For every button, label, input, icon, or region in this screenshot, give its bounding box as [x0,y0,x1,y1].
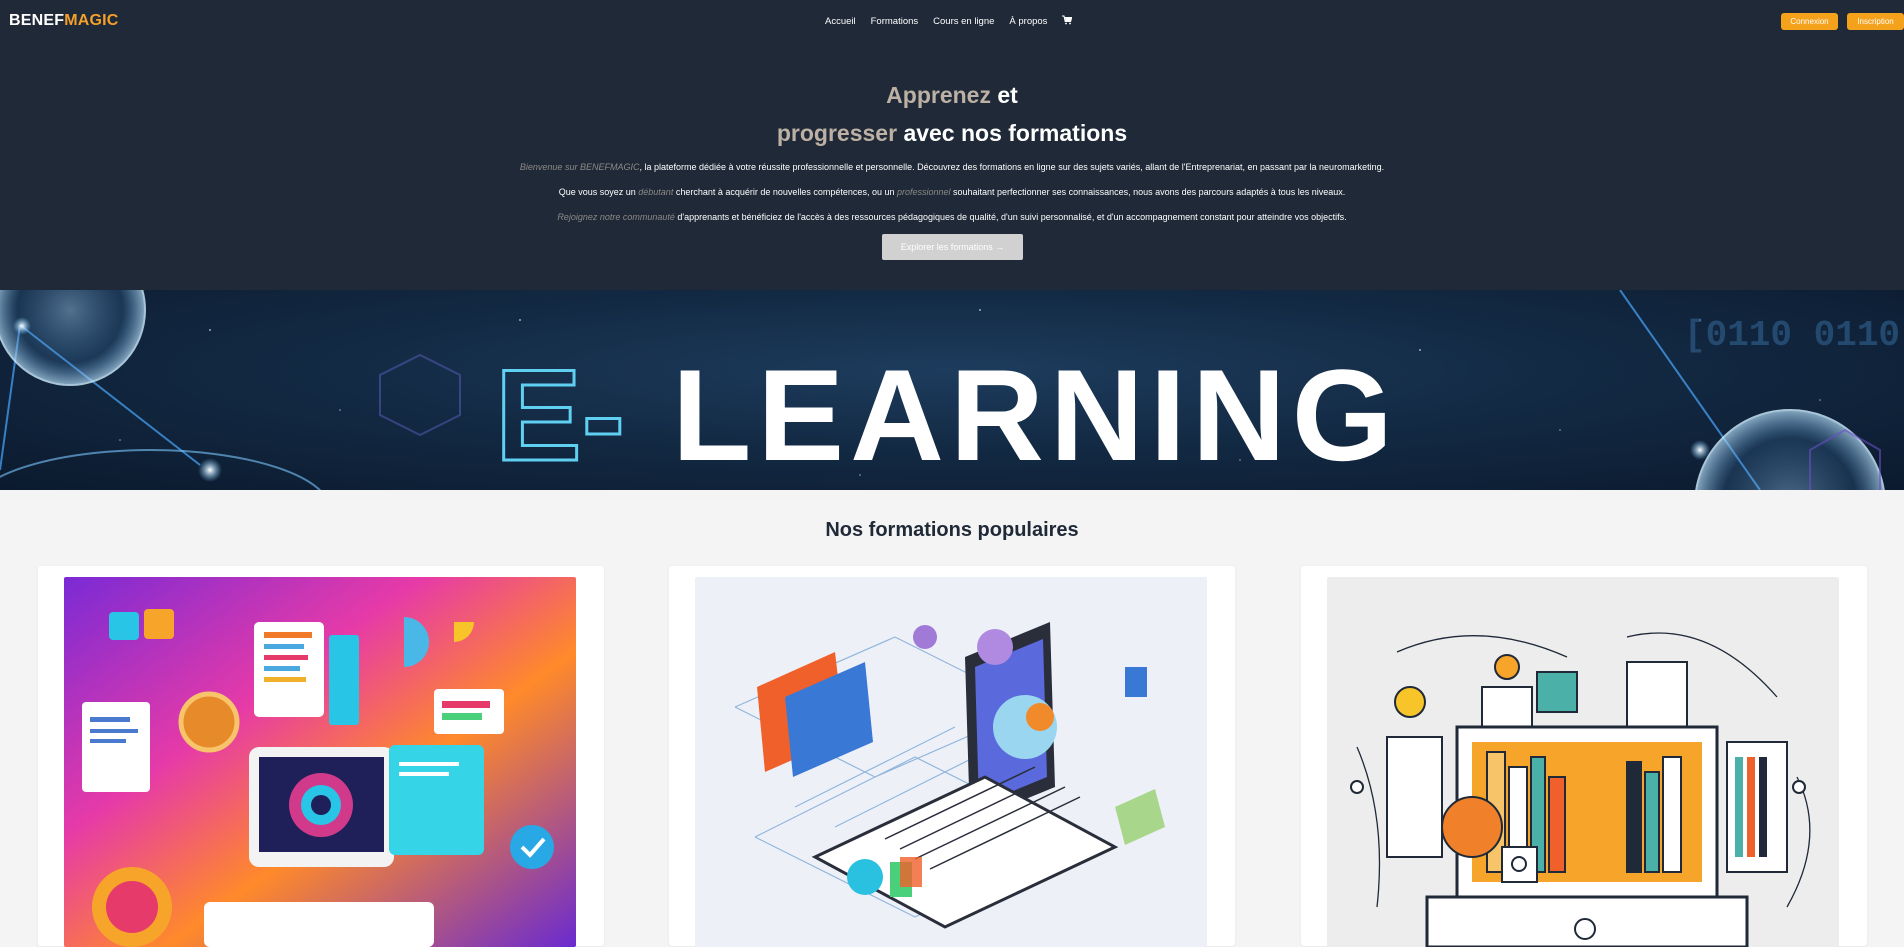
hero-highlight-welcome: Bienvenue sur BENEFMAGIC [519,162,640,172]
login-button[interactable]: Connexion [1781,13,1838,30]
nav-item-a-propos[interactable]: À propos [1009,16,1047,27]
hero-highlight-debutant: débutant [638,187,674,197]
formation-card-image[interactable] [64,577,576,947]
hero-text-2b: cherchant à acquérir de nouvelles compét… [673,187,897,197]
hero-highlight-professionnel: professionnel [896,187,951,197]
hero-title-word-1: Apprenez [886,82,991,108]
main-nav: Accueil Formations Cours en ligne À prop… [825,15,1073,28]
nav-item-cours-en-ligne[interactable]: Cours en ligne [933,16,994,27]
hero-text-1: , la plateforme dédiée à votre réussite … [639,162,1385,172]
hero-title: Apprenez et progresser avec nos formatio… [0,76,1904,152]
hero-paragraph-3: Rejoignez notre communauté d'apprenants … [0,212,1904,222]
hero-title-word-4: avec nos formations [903,120,1128,146]
signup-button[interactable]: Inscription [1847,13,1904,30]
explore-formations-button[interactable]: Explorer les formations → [882,234,1023,260]
formation-card-image[interactable] [695,577,1207,947]
auth-buttons: Connexion Inscription [1781,13,1904,30]
hero-section: BENEFMAGIC Accueil Formations Cours en l… [0,0,1904,290]
brand-part-1: BENEF [9,12,65,29]
hero-text-2c: souhaitant perfectionner ses connaissanc… [950,187,1346,197]
formation-card[interactable] [669,566,1235,947]
nav-item-accueil[interactable]: Accueil [825,16,856,27]
banner-title-outline: E- [495,342,625,488]
hero-title-word-3: progresser [776,120,898,146]
nav-item-formations[interactable]: Formations [871,16,919,27]
elearning-banner-art: [0110 0110 E- LEARNING [0,290,1900,490]
banner-binary-text: [0110 0110 [1684,315,1900,356]
cart-icon[interactable] [1062,15,1073,28]
elearning-banner: [0110 0110 E- LEARNING [0,290,1904,490]
hero-title-word-2: et [997,82,1018,108]
banner-title-main: LEARNING [672,342,1399,488]
formation-card[interactable] [38,566,604,947]
formation-card[interactable] [1301,566,1867,947]
popular-section-title: Nos formations populaires [825,519,1079,541]
formation-card-image[interactable] [1327,577,1839,947]
hero-paragraph-2: Que vous soyez un débutant cherchant à a… [0,187,1904,197]
hero-text-2a: Que vous soyez un [558,187,639,197]
hero-text-3: d'apprenants et bénéficiez de l'accès à … [674,212,1347,222]
brand-logo[interactable]: BENEFMAGIC [9,12,119,30]
hero-paragraph-1: Bienvenue sur BENEFMAGIC, la plateforme … [0,162,1904,172]
hero-highlight-communaute: Rejoignez notre communauté [557,212,675,222]
brand-part-2: MAGIC [64,12,119,29]
